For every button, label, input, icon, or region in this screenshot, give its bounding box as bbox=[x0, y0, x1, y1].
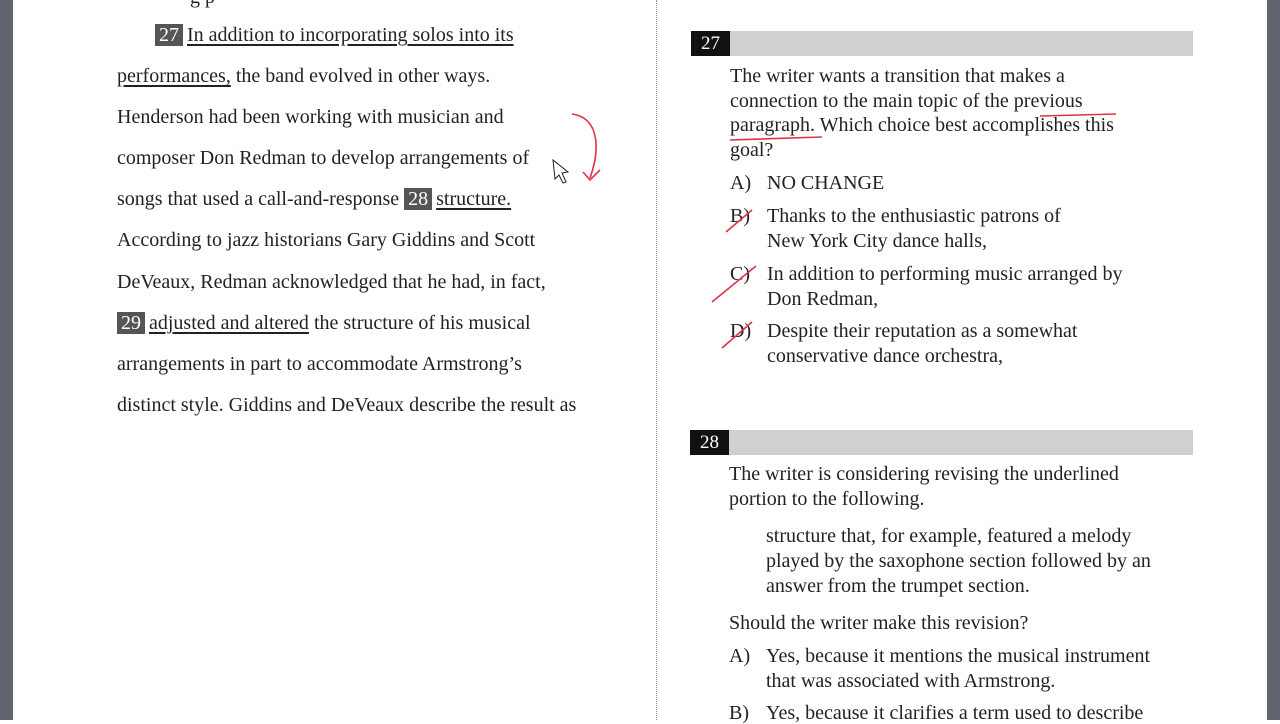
answer-option-text: Yes, because it mentions the musical ins… bbox=[766, 645, 1151, 667]
passage-line: DeVeaux, Redman acknowledged that he had… bbox=[117, 271, 546, 293]
line-text: According to jazz historians Gary Giddin… bbox=[117, 229, 536, 251]
passage-line: Henderson had been working with musician… bbox=[117, 106, 504, 128]
underlined-portion: adjusted and altered bbox=[149, 312, 309, 334]
underlined-portion: In addition to incorporating solos into … bbox=[187, 24, 514, 46]
answer-option-text: In addition to performing music arranged… bbox=[767, 263, 1123, 285]
question-number-box[interactable]: 27 bbox=[155, 24, 183, 46]
passage-line: performances, the band evolved in other … bbox=[117, 65, 490, 87]
answer-option[interactable]: B) bbox=[730, 205, 750, 227]
question-number: 27 bbox=[691, 31, 730, 56]
line-text: distinct style. Giddins and DeVeaux desc… bbox=[117, 394, 577, 416]
passage-line: composer Don Redman to develop arrangeme… bbox=[117, 147, 529, 169]
answer-option[interactable]: B) bbox=[729, 702, 749, 724]
passage-line: distinct style. Giddins and DeVeaux desc… bbox=[117, 394, 576, 416]
answer-option-text: that was associated with Armstrong. bbox=[766, 670, 1056, 692]
question-header-bar: 28 bbox=[690, 430, 1193, 455]
answer-option[interactable]: C) bbox=[730, 263, 750, 285]
passage-line: According to jazz historians Gary Giddin… bbox=[117, 229, 535, 251]
quoted-revision: played by the saxophone section followed… bbox=[766, 550, 1151, 572]
right-gutter bbox=[1267, 0, 1280, 720]
line-text: arrangements in part to accommodate Arms… bbox=[117, 353, 522, 375]
answer-option-text: Don Redman, bbox=[767, 288, 879, 310]
question-number: 28 bbox=[690, 430, 729, 455]
bracket-annotation bbox=[571, 113, 601, 182]
answer-option[interactable]: A) bbox=[729, 645, 750, 667]
answer-option[interactable]: D) bbox=[730, 320, 751, 342]
question-text: paragraph. Which choice best accomplishe… bbox=[730, 114, 1114, 136]
question-number-box[interactable]: 28 bbox=[404, 188, 433, 210]
line-text: Henderson had been working with musician… bbox=[117, 106, 504, 128]
line-text: composer Don Redman to develop arrangeme… bbox=[117, 147, 530, 169]
question-number-box[interactable]: 29 bbox=[117, 312, 145, 334]
quoted-revision: structure that, for example, featured a … bbox=[766, 525, 1132, 547]
passage-line: 29 adjusted and altered the structure of … bbox=[117, 312, 531, 334]
answer-option-text: New York City dance halls, bbox=[767, 230, 987, 252]
question-text: Should the writer make this revision? bbox=[729, 612, 1029, 634]
answer-option[interactable]: A) bbox=[730, 172, 751, 194]
question-text: connection to the main topic of the prev… bbox=[730, 90, 1083, 112]
column-divider bbox=[656, 0, 657, 720]
answer-option-text: conservative dance orchestra, bbox=[767, 345, 1003, 367]
passage-line: 27 In addition to incorporating solos int… bbox=[155, 24, 514, 46]
passage-line: arrangements in part to accommodate Arms… bbox=[117, 353, 522, 375]
cursor-icon bbox=[552, 158, 570, 184]
question-text: portion to the following. bbox=[729, 488, 925, 510]
underlined-portion: performances, bbox=[117, 65, 231, 87]
question-text: goal? bbox=[730, 139, 774, 161]
answer-option-text: NO CHANGE bbox=[767, 172, 885, 194]
line-text: the structure of his musical bbox=[308, 312, 531, 334]
cut-off-line: g p bbox=[190, 0, 215, 8]
answer-option-text: Despite their reputation as a somewhat bbox=[767, 320, 1078, 342]
line-text: songs that used a call-and-response bbox=[117, 188, 405, 210]
question-header-bar: 27 bbox=[691, 31, 1193, 56]
line-text: the band evolved in other ways. bbox=[230, 65, 491, 87]
passage-line: songs that used a call-and-response 28st… bbox=[117, 188, 511, 210]
answer-option-text: Yes, because it clarifies a term used to… bbox=[766, 702, 1144, 724]
answer-option-text: Thanks to the enthusiastic patrons of bbox=[767, 205, 1061, 227]
underlined-portion: structure. bbox=[436, 188, 512, 210]
left-gutter bbox=[0, 0, 13, 720]
line-text: DeVeaux, Redman acknowledged that he had… bbox=[117, 271, 546, 293]
quoted-revision: answer from the trumpet section. bbox=[766, 575, 1030, 597]
question-text: The writer wants a transition that makes… bbox=[730, 65, 1065, 87]
question-text: The writer is considering revising the u… bbox=[729, 463, 1119, 485]
